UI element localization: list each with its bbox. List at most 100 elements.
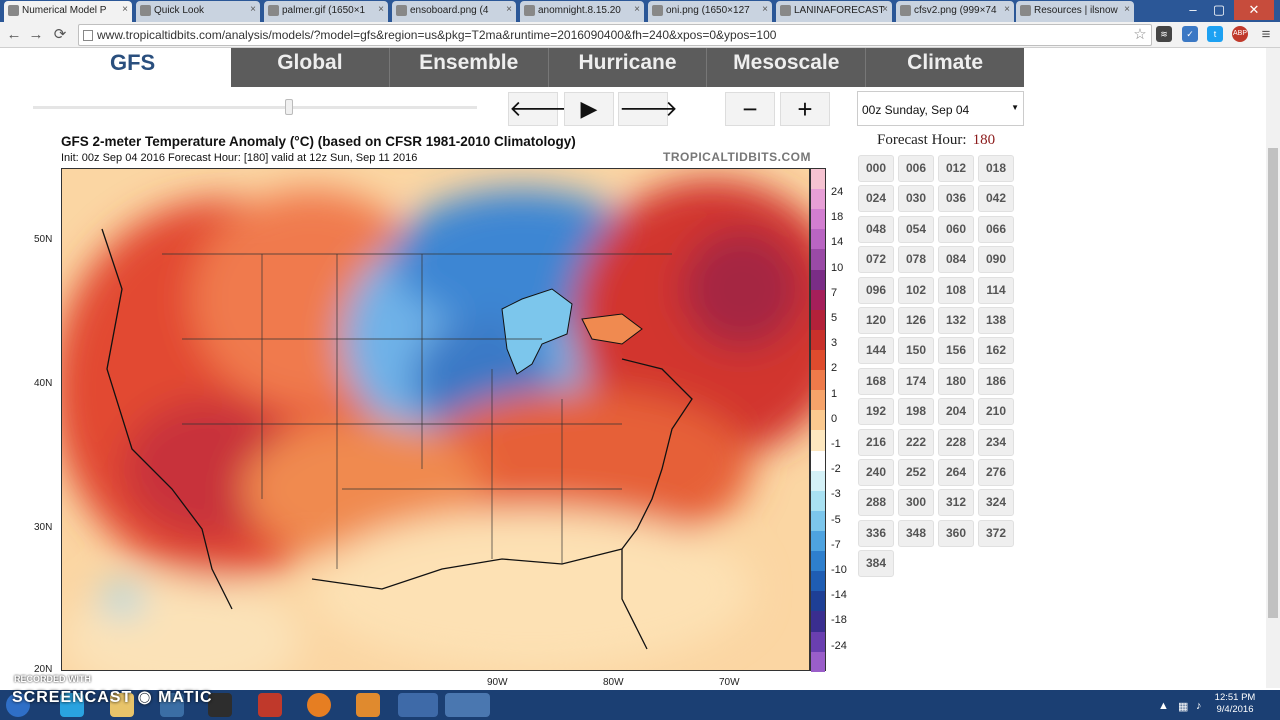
- forecast-hour-button[interactable]: 264: [938, 459, 974, 486]
- forecast-hour-button[interactable]: 240: [858, 459, 894, 486]
- forecast-hour-button[interactable]: 198: [898, 398, 934, 426]
- extension-layers-icon[interactable]: ≋: [1156, 26, 1172, 42]
- volume-icon[interactable]: ♪: [1196, 700, 1202, 712]
- nav-item-climate[interactable]: Climate: [866, 48, 1024, 87]
- forecast-hour-button[interactable]: 048: [858, 215, 894, 243]
- forecast-hour-button[interactable]: 204: [938, 398, 974, 426]
- maximize-icon[interactable]: ▢: [1206, 0, 1232, 20]
- browser-tab[interactable]: Numerical Model P ×: [4, 1, 132, 22]
- forecast-hour-button[interactable]: 180: [938, 367, 974, 395]
- forecast-hour-button[interactable]: 372: [978, 519, 1014, 547]
- forecast-hour-button[interactable]: 108: [938, 276, 974, 304]
- forecast-hour-button[interactable]: 000: [858, 155, 894, 182]
- forecast-hour-button[interactable]: 054: [898, 215, 934, 243]
- tab-close-icon[interactable]: ×: [506, 4, 512, 15]
- forecast-hour-button[interactable]: 066: [978, 215, 1014, 243]
- back-arrow-icon[interactable]: ←: [4, 25, 24, 45]
- zoom-out-button[interactable]: −: [725, 92, 775, 126]
- forecast-hour-button[interactable]: 012: [938, 155, 974, 182]
- forecast-hour-button[interactable]: 384: [858, 550, 894, 578]
- minimize-icon[interactable]: –: [1180, 0, 1206, 20]
- system-clock[interactable]: 12:51 PM 9/4/2016: [1210, 692, 1260, 716]
- forecast-hour-button[interactable]: 102: [898, 276, 934, 304]
- forecast-hour-button[interactable]: 156: [938, 337, 974, 365]
- forecast-hour-button[interactable]: 216: [858, 428, 894, 456]
- browser-tab[interactable]: palmer.gif (1650×1 ×: [264, 1, 388, 22]
- url-input[interactable]: www.tropicaltidbits.com/analysis/models/…: [78, 24, 1152, 46]
- browser-tab[interactable]: ensoboard.png (4 ×: [392, 1, 516, 22]
- forecast-hour-button[interactable]: 168: [858, 367, 894, 395]
- forecast-hour-button[interactable]: 006: [898, 155, 934, 182]
- tab-close-icon[interactable]: ×: [250, 4, 256, 15]
- page-scrollbar[interactable]: [1266, 48, 1280, 688]
- browser-tab[interactable]: cfsv2.png (999×74 ×: [896, 1, 1014, 22]
- app-icon[interactable]: [258, 693, 282, 717]
- forecast-hour-button[interactable]: 060: [938, 215, 974, 243]
- nav-item-ensemble[interactable]: Ensemble: [390, 48, 549, 87]
- tab-close-icon[interactable]: ×: [378, 4, 384, 15]
- forecast-hour-button[interactable]: 078: [898, 246, 934, 274]
- browser-tab[interactable]: oni.png (1650×127 ×: [648, 1, 772, 22]
- model-run-select[interactable]: 00z Sunday, Sep 04 ▼: [857, 91, 1024, 126]
- forecast-hour-button[interactable]: 090: [978, 246, 1014, 274]
- slider-handle[interactable]: [285, 99, 293, 115]
- chrome-icon[interactable]: [398, 693, 438, 717]
- tab-close-icon[interactable]: ×: [634, 4, 640, 15]
- forecast-hour-button[interactable]: 030: [898, 185, 934, 213]
- nav-item-global[interactable]: Global: [231, 48, 390, 87]
- adblock-icon[interactable]: ABP: [1232, 26, 1248, 42]
- extension-check-icon[interactable]: ✓: [1182, 26, 1198, 42]
- previous-frame-button[interactable]: 🡐: [508, 92, 568, 126]
- browser-tab[interactable]: Resources | ilsnow ×: [1016, 1, 1134, 22]
- browser-tab[interactable]: anomnight.8.15.20 ×: [520, 1, 644, 22]
- reload-icon[interactable]: ⟳: [50, 25, 70, 45]
- outlook-icon[interactable]: [356, 693, 380, 717]
- forecast-hour-button[interactable]: 096: [858, 276, 894, 304]
- forecast-hour-button[interactable]: 174: [898, 367, 934, 395]
- forecast-hour-button[interactable]: 360: [938, 519, 974, 547]
- zoom-in-button[interactable]: +: [780, 92, 830, 126]
- browser-tab[interactable]: LANINAFORECAST ×: [776, 1, 892, 22]
- forecast-hour-button[interactable]: 120: [858, 307, 894, 334]
- forecast-hour-button[interactable]: 150: [898, 337, 934, 365]
- forecast-hour-button[interactable]: 126: [898, 307, 934, 334]
- scrollbar-thumb[interactable]: [1268, 148, 1278, 618]
- tab-close-icon[interactable]: ×: [122, 4, 128, 15]
- tab-close-icon[interactable]: ×: [1004, 4, 1010, 15]
- next-frame-button[interactable]: 🡒: [618, 92, 678, 126]
- forecast-hour-button[interactable]: 192: [858, 398, 894, 426]
- forecast-hour-button[interactable]: 336: [858, 519, 894, 547]
- forecast-hour-button[interactable]: 186: [978, 367, 1014, 395]
- forecast-hour-button[interactable]: 210: [978, 398, 1014, 426]
- tab-close-icon[interactable]: ×: [1124, 4, 1130, 15]
- forecast-hour-button[interactable]: 222: [898, 428, 934, 456]
- app-icon[interactable]: [307, 693, 331, 717]
- forecast-hour-button[interactable]: 162: [978, 337, 1014, 365]
- forecast-hour-button[interactable]: 312: [938, 489, 974, 517]
- browser-tab[interactable]: Quick Look ×: [136, 1, 260, 22]
- forecast-hour-button[interactable]: 036: [938, 185, 974, 213]
- forecast-hour-button[interactable]: 144: [858, 337, 894, 365]
- forecast-hour-button[interactable]: 324: [978, 489, 1014, 517]
- nav-item-mesoscale[interactable]: Mesoscale: [707, 48, 867, 87]
- forecast-hour-button[interactable]: 288: [858, 489, 894, 517]
- forecast-hour-button[interactable]: 042: [978, 185, 1014, 213]
- frame-slider[interactable]: [33, 99, 477, 115]
- play-button[interactable]: ▶: [564, 92, 614, 126]
- forecast-hour-button[interactable]: 138: [978, 307, 1014, 334]
- tab-close-icon[interactable]: ×: [762, 4, 768, 15]
- forecast-hour-button[interactable]: 234: [978, 428, 1014, 456]
- forecast-hour-button[interactable]: 114: [978, 276, 1014, 304]
- network-icon[interactable]: ▦: [1178, 700, 1188, 713]
- forecast-hour-button[interactable]: 348: [898, 519, 934, 547]
- forecast-hour-button[interactable]: 228: [938, 428, 974, 456]
- forecast-hour-button[interactable]: 252: [898, 459, 934, 486]
- forecast-hour-button[interactable]: 132: [938, 307, 974, 334]
- forecast-hour-button[interactable]: 024: [858, 185, 894, 213]
- tray-arrow-icon[interactable]: ▲: [1158, 700, 1169, 712]
- window-close-icon[interactable]: ✕: [1234, 0, 1274, 20]
- twitter-extension-icon[interactable]: t: [1207, 26, 1223, 42]
- nav-item-hurricane[interactable]: Hurricane: [549, 48, 708, 87]
- forward-arrow-icon[interactable]: →: [26, 25, 46, 45]
- forecast-hour-button[interactable]: 072: [858, 246, 894, 274]
